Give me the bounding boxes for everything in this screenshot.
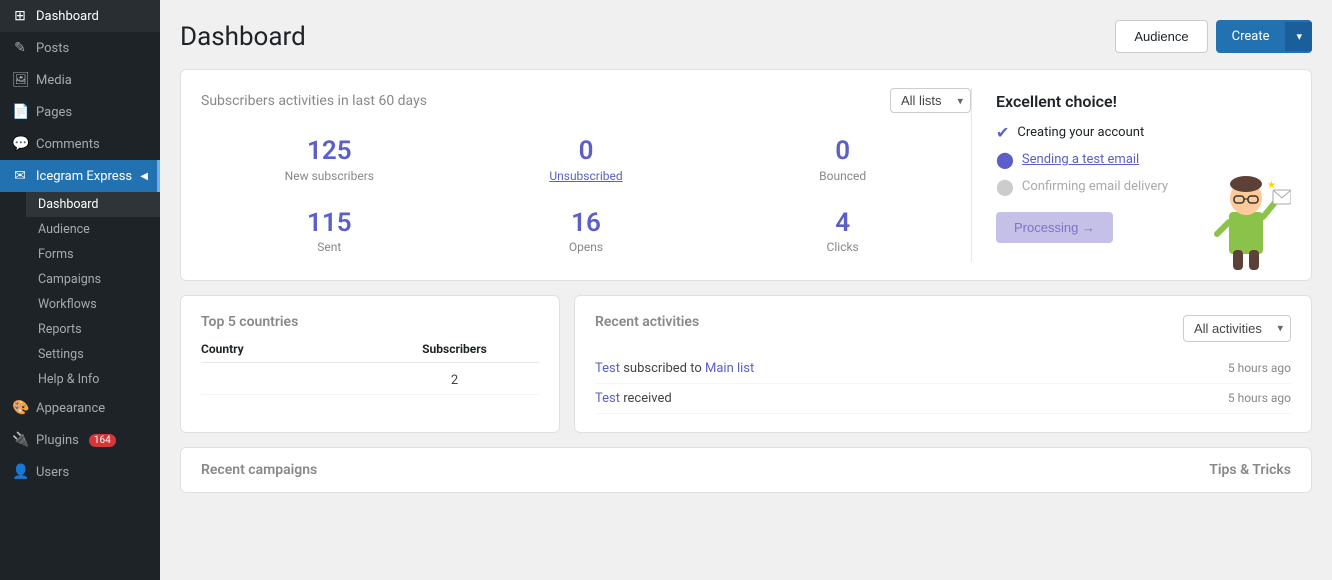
activity-link-test2[interactable]: Test: [595, 391, 620, 406]
sidebar-item-posts[interactable]: ✎ Posts: [0, 32, 160, 64]
sidebar-item-forms[interactable]: Forms: [26, 242, 160, 267]
checklist-label-account: Creating your account: [1017, 125, 1144, 140]
stat-clicks: 4 Clicks: [714, 201, 971, 263]
character-illustration: ★: [1201, 162, 1291, 272]
sidebar-item-appearance[interactable]: 🎨 Appearance: [0, 392, 160, 424]
countries-title: Top 5 countries: [201, 314, 539, 330]
sidebar-item-dashboard-top[interactable]: ⊞ Dashboard: [0, 0, 160, 32]
activity-link-main-list[interactable]: Main list: [705, 361, 754, 376]
stat-unsubscribed: 0 Unsubscribed: [458, 129, 715, 191]
stats-card: Subscribers activities in last 60 days A…: [180, 69, 1312, 281]
activities-card: Recent activities All activities Test su…: [574, 295, 1312, 433]
col-subscribers-header: Subscribers: [370, 342, 539, 356]
stats-grid: 125 New subscribers 0 Unsubscribed 0 Bou…: [201, 129, 971, 262]
table-row: 2: [201, 367, 539, 395]
posts-icon: ✎: [12, 40, 28, 56]
check-pending-icon: ⬤: [996, 177, 1014, 196]
stats-right: Excellent choice! ✔ Creating your accoun…: [971, 88, 1291, 262]
sidebar-item-campaigns[interactable]: Campaigns: [26, 267, 160, 292]
stats-dropdown-wrap: All lists: [890, 88, 971, 113]
sidebar-item-settings[interactable]: Settings: [26, 342, 160, 367]
create-dropdown-arrow[interactable]: ▾: [1285, 22, 1312, 51]
activity-row-2: Test received 5 hours ago: [595, 384, 1291, 414]
activity-time-2: 5 hours ago: [1228, 391, 1291, 406]
comments-icon: 💬: [12, 136, 28, 152]
plugins-badge: 164: [89, 434, 116, 447]
page-title: Dashboard: [180, 22, 306, 52]
plugins-icon: 🔌: [12, 432, 28, 448]
svg-text:★: ★: [1267, 180, 1276, 191]
page-header: Dashboard Audience Create ▾: [180, 20, 1312, 53]
checklist-label-delivery: Confirming email delivery: [1022, 179, 1168, 194]
stats-header: Subscribers activities in last 60 days A…: [201, 88, 971, 113]
stat-new-subscribers: 125 New subscribers: [201, 129, 458, 191]
appearance-icon: 🎨: [12, 400, 28, 416]
sidebar-item-workflows[interactable]: Workflows: [26, 292, 160, 317]
stat-opens: 16 Opens: [458, 201, 715, 263]
stats-title: Subscribers activities in last 60 days: [201, 93, 427, 109]
icegram-icon: ✉: [12, 168, 28, 184]
stat-sent: 115 Sent: [201, 201, 458, 263]
header-buttons: Audience Create ▾: [1115, 20, 1312, 53]
sidebar-item-comments[interactable]: 💬 Comments: [0, 128, 160, 160]
activity-text-2: Test received: [595, 391, 672, 406]
create-button[interactable]: Create ▾: [1216, 20, 1312, 53]
country-cell: [201, 373, 370, 388]
sidebar-item-users[interactable]: 👤 Users: [0, 456, 160, 488]
audience-button[interactable]: Audience: [1115, 20, 1207, 53]
activity-link-test1[interactable]: Test: [595, 361, 620, 376]
check-progress-icon: ⬤: [996, 150, 1014, 169]
tips-tricks-title: Tips & Tricks: [1209, 462, 1291, 478]
col-country-header: Country: [201, 342, 370, 356]
all-lists-dropdown[interactable]: All lists: [890, 88, 971, 113]
dashboard-top-icon: ⊞: [12, 8, 28, 24]
stats-left: Subscribers activities in last 60 days A…: [201, 88, 971, 262]
pages-icon: 📄: [12, 104, 28, 120]
processing-button[interactable]: Processing →: [996, 212, 1113, 243]
check-done-icon: ✔: [996, 123, 1009, 142]
sidebar-item-audience[interactable]: Audience: [26, 217, 160, 242]
activity-text-1: Test subscribed to Main list: [595, 361, 754, 376]
subscribers-cell: 2: [370, 373, 539, 388]
countries-card: Top 5 countries Country Subscribers 2: [180, 295, 560, 433]
sidebar-item-dashboard[interactable]: Dashboard: [26, 192, 160, 217]
activity-row-1: Test subscribed to Main list 5 hours ago: [595, 354, 1291, 384]
users-icon: 👤: [12, 464, 28, 480]
activity-time-1: 5 hours ago: [1228, 361, 1291, 376]
bottom-row: Top 5 countries Country Subscribers 2 Re…: [180, 295, 1312, 447]
countries-table-header: Country Subscribers: [201, 342, 539, 363]
sidebar-item-reports[interactable]: Reports: [26, 317, 160, 342]
sidebar-item-help[interactable]: Help & Info: [26, 367, 160, 392]
sidebar-item-icegram[interactable]: ✉ Icegram Express ◀: [0, 160, 160, 192]
checklist-item-account: ✔ Creating your account: [996, 123, 1291, 142]
recent-campaigns-card: Recent campaigns Tips & Tricks: [180, 447, 1312, 493]
sidebar-item-pages[interactable]: 📄 Pages: [0, 96, 160, 128]
checklist-label-email[interactable]: Sending a test email: [1022, 152, 1139, 167]
stat-bounced: 0 Bounced: [714, 129, 971, 191]
activities-dropdown-wrap: All activities: [1183, 315, 1291, 342]
all-activities-dropdown[interactable]: All activities: [1183, 315, 1291, 342]
activity-header: Recent activities All activities: [595, 314, 1291, 342]
sidebar-item-media[interactable]: 🖼 Media: [0, 64, 160, 96]
icegram-submenu: Dashboard Audience Forms Campaigns Workf…: [0, 192, 160, 392]
activities-title: Recent activities: [595, 314, 699, 330]
collapse-arrow: ◀: [140, 171, 148, 182]
checklist-title: Excellent choice!: [996, 92, 1291, 111]
sidebar: ⊞ Dashboard ✎ Posts 🖼 Media 📄 Pages 💬 Co…: [0, 0, 160, 580]
media-icon: 🖼: [12, 72, 28, 88]
recent-campaigns-title: Recent campaigns: [201, 462, 317, 478]
sidebar-item-plugins[interactable]: 🔌 Plugins 164: [0, 424, 160, 456]
main-content: Dashboard Audience Create ▾ Subscribers …: [160, 0, 1332, 580]
stats-card-inner: Subscribers activities in last 60 days A…: [201, 88, 1291, 262]
